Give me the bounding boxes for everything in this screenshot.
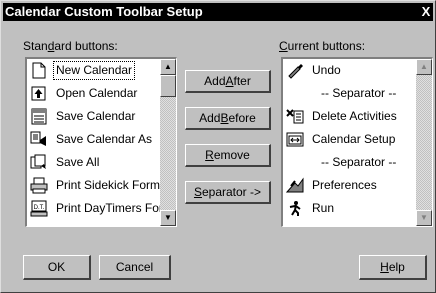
- undo-brush-icon: [286, 62, 304, 79]
- save-as-icon: [30, 131, 48, 148]
- list-item[interactable]: D.T. Print DayTimers For: [27, 197, 160, 220]
- list-item[interactable]: Run: [283, 197, 416, 220]
- save-all-icon: [30, 154, 48, 171]
- title-bar[interactable]: Calendar Custom Toolbar Setup X: [3, 3, 433, 21]
- list-item[interactable]: Save All: [27, 151, 160, 174]
- svg-text:D.T.: D.T.: [34, 205, 45, 211]
- list-item[interactable]: Delete Activities: [283, 105, 416, 128]
- list-item-label: Preferences: [312, 178, 377, 192]
- list-item[interactable]: Undo: [283, 59, 416, 82]
- printer-icon: [30, 177, 48, 194]
- help-button[interactable]: Help: [359, 255, 427, 280]
- daytimer-print-icon: D.T.: [30, 200, 48, 217]
- list-item[interactable]: New Calendar: [27, 59, 160, 82]
- scroll-up-arrow-icon[interactable]: ▲: [416, 59, 432, 75]
- list-item-label: -- Separator --: [321, 86, 397, 100]
- current-list-scrollbar[interactable]: ▲ ▼: [416, 59, 432, 226]
- list-item-label: Undo: [312, 63, 341, 77]
- new-document-icon: [30, 62, 48, 79]
- list-item-label: Save Calendar: [56, 109, 136, 123]
- scroll-down-arrow-icon[interactable]: ▼: [160, 210, 176, 226]
- scroll-thumb[interactable]: [160, 75, 176, 97]
- remove-button[interactable]: Remove: [185, 144, 271, 167]
- list-item-label: Save All: [56, 155, 100, 169]
- list-item[interactable]: Print Sidekick Forma: [27, 174, 160, 197]
- calendar-setup-icon: [286, 131, 304, 148]
- standard-list-scrollbar[interactable]: ▲ ▼: [160, 59, 176, 226]
- list-item-label: Calendar Setup: [312, 132, 396, 146]
- list-item[interactable]: Preferences: [283, 174, 416, 197]
- list-item-label: Delete Activities: [312, 109, 397, 123]
- dialog-title: Calendar Custom Toolbar Setup: [5, 4, 203, 19]
- toolbar-setup-dialog: Calendar Custom Toolbar Setup X Standard…: [0, 0, 436, 293]
- list-item-label: New Calendar: [53, 61, 136, 80]
- open-arrow-icon: [30, 85, 48, 102]
- add-separator-button[interactable]: Separator ->: [185, 181, 271, 204]
- list-item-label: Run: [312, 201, 335, 215]
- run-icon: [286, 200, 304, 217]
- list-item-label: Open Calendar: [56, 86, 138, 100]
- add-after-button[interactable]: Add After: [185, 70, 271, 93]
- add-before-button[interactable]: Add Before: [185, 107, 271, 130]
- scroll-down-arrow-icon[interactable]: ▼: [416, 210, 432, 226]
- list-item[interactable]: Calendar Setup: [283, 128, 416, 151]
- list-item[interactable]: Save Calendar As: [27, 128, 160, 151]
- scroll-up-arrow-icon[interactable]: ▲: [160, 59, 176, 75]
- preferences-icon: [285, 177, 304, 194]
- current-buttons-list[interactable]: Undo -- Separator -- Delete Activities Cale…: [281, 57, 433, 227]
- standard-buttons-list[interactable]: New Calendar Open Calendar Save Calendar Sa…: [25, 57, 177, 227]
- list-item[interactable]: Save Calendar: [27, 105, 160, 128]
- delete-activities-icon: [286, 108, 304, 125]
- current-buttons-label: Current buttons:: [279, 39, 366, 53]
- current-buttons-rows: Undo -- Separator -- Delete Activities Cale…: [283, 59, 416, 226]
- list-item-label: Print DayTimers For: [56, 201, 160, 215]
- cancel-button[interactable]: Cancel: [99, 255, 171, 280]
- list-item-label: -- Separator --: [321, 155, 397, 169]
- standard-buttons-label: Standard buttons:: [23, 39, 118, 53]
- ok-button[interactable]: OK: [23, 255, 91, 280]
- list-item-label: Save Calendar As: [56, 132, 153, 146]
- close-icon[interactable]: X: [419, 4, 433, 19]
- list-item[interactable]: Open Calendar: [27, 82, 160, 105]
- calendar-save-icon: [30, 108, 48, 125]
- standard-buttons-rows: New Calendar Open Calendar Save Calendar Sa…: [27, 59, 160, 226]
- list-item-label: Print Sidekick Forma: [56, 178, 160, 192]
- separator-item[interactable]: -- Separator --: [283, 82, 416, 105]
- separator-item[interactable]: -- Separator --: [283, 151, 416, 174]
